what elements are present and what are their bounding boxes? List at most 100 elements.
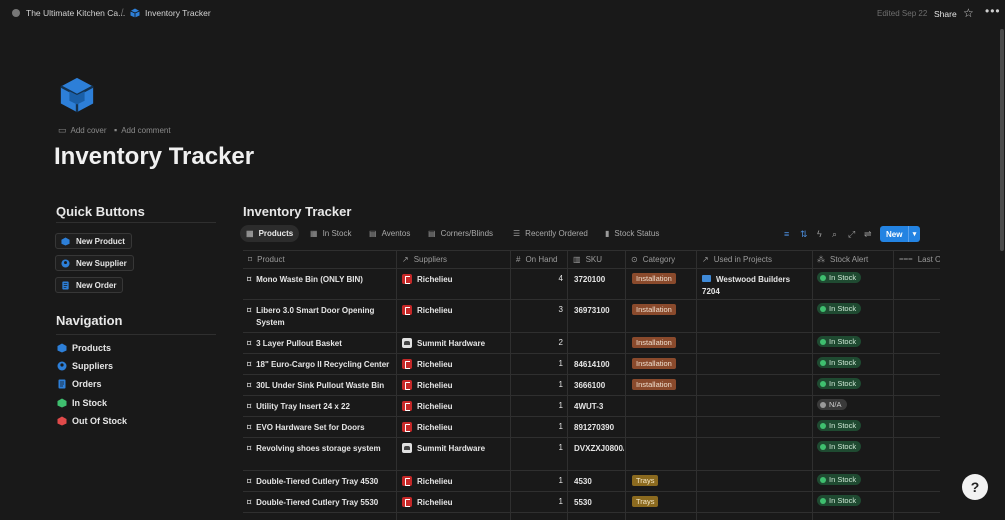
cell-product[interactable]: ⌑ Double-Tiered Cutlery Tray 5530: [247, 497, 392, 509]
cell-stock-alert[interactable]: In Stock: [817, 357, 893, 368]
cell-product[interactable]: ⌑ 18" Euro-Cargo II Recycling Center: [247, 359, 392, 371]
cell-stock-alert[interactable]: In Stock: [817, 441, 893, 452]
column-header-used-in-projects[interactable]: ↗ Used in Projects: [702, 250, 810, 268]
breadcrumb-page[interactable]: Inventory Tracker: [130, 8, 211, 18]
cell-product[interactable]: ⌑ Revolving shoes storage system: [247, 443, 392, 455]
cell-stock-alert[interactable]: In Stock: [817, 474, 893, 485]
more-options-icon[interactable]: •••: [985, 4, 1001, 18]
cell-supplier[interactable]: Richelieu: [402, 359, 508, 369]
column-header-product[interactable]: ⌑ Product: [248, 250, 396, 268]
nav-products[interactable]: Products: [57, 343, 111, 353]
automation-icon[interactable]: ϟ: [817, 229, 822, 239]
cell-category[interactable]: Installation: [632, 337, 694, 348]
cell-product[interactable]: ⌑ 30L Under Sink Pullout Waste Bin: [247, 380, 392, 392]
tab-aventos[interactable]: ▤ Aventos: [363, 225, 416, 242]
tab-corners-blinds[interactable]: ▤ Corners/Blinds: [422, 225, 499, 242]
column-header-sku[interactable]: ▥ SKU: [573, 250, 625, 268]
share-button[interactable]: Share: [934, 9, 957, 19]
column-header-last-order[interactable]: ⩶ Last Ord: [899, 250, 940, 268]
breadcrumb-root[interactable]: The Ultimate Kitchen Ca...: [12, 8, 125, 18]
column-header-category[interactable]: ⊙ Category: [631, 250, 695, 268]
cell-stock-alert[interactable]: In Stock: [817, 495, 893, 506]
cell-category[interactable]: Installation: [632, 304, 694, 315]
nav-suppliers[interactable]: Suppliers: [57, 361, 113, 371]
search-icon[interactable]: ⌕: [832, 229, 837, 240]
nav-orders[interactable]: Orders: [57, 379, 102, 389]
database-title[interactable]: Inventory Tracker: [243, 204, 351, 219]
new-order-button[interactable]: New Order: [55, 277, 124, 293]
cell-sku[interactable]: 3666100: [574, 380, 624, 392]
cell-supplier[interactable]: Richelieu: [402, 274, 508, 284]
cell-category[interactable]: Installation: [632, 273, 694, 284]
cell-category[interactable]: Trays: [632, 496, 694, 507]
cell-sku[interactable]: 36973100: [574, 305, 624, 317]
cell-sku[interactable]: 84614100: [574, 359, 624, 371]
chevron-down-icon[interactable]: ▾: [908, 226, 920, 242]
cell-on-hand[interactable]: 1: [513, 476, 563, 485]
cell-supplier[interactable]: Richelieu: [402, 422, 508, 432]
cell-sku[interactable]: 4530: [574, 476, 624, 488]
cell-supplier[interactable]: Richelieu: [402, 305, 508, 315]
cell-product[interactable]: ⌑ Utility Tray Insert 24 x 22: [247, 401, 392, 413]
cell-supplier[interactable]: Summit Hardware: [402, 338, 508, 348]
cell-stock-alert[interactable]: In Stock: [817, 272, 893, 283]
cell-stock-alert[interactable]: N/A: [817, 399, 893, 410]
cell-product[interactable]: ⌑ Double-Tiered Cutlery Tray 4530: [247, 476, 392, 488]
cell-sku[interactable]: 4WUT-3: [574, 401, 624, 413]
number-icon: #: [516, 254, 521, 264]
cell-supplier[interactable]: Richelieu: [402, 380, 508, 390]
cell-category[interactable]: Installation: [632, 379, 694, 390]
cell-supplier[interactable]: Richelieu: [402, 476, 508, 486]
scrollbar[interactable]: [1000, 29, 1004, 251]
cell-on-hand[interactable]: 1: [513, 443, 563, 452]
cell-project[interactable]: Westwood Builders 7204: [702, 274, 810, 298]
cell-sku[interactable]: 891270390: [574, 422, 624, 434]
cell-on-hand[interactable]: 2: [513, 338, 563, 347]
cell-product[interactable]: ⌑ EVO Hardware Set for Doors: [247, 422, 392, 434]
cell-on-hand[interactable]: 1: [513, 422, 563, 431]
tab-stock-status[interactable]: ▮ Stock Status: [599, 225, 665, 242]
tab-recently-ordered[interactable]: ☰ Recently Ordered: [507, 225, 594, 242]
help-button[interactable]: ?: [962, 474, 988, 500]
page-cube-icon[interactable]: [58, 76, 96, 114]
cell-sku[interactable]: DVXZXJ0800A: [574, 443, 624, 455]
cell-on-hand[interactable]: 3: [513, 305, 563, 314]
column-header-label: On Hand: [525, 254, 558, 264]
new-supplier-button[interactable]: New Supplier: [55, 255, 134, 271]
nav-out-of-stock[interactable]: Out Of Stock: [57, 416, 127, 426]
cell-sku[interactable]: 5530: [574, 497, 624, 509]
cell-supplier[interactable]: Summit Hardware: [402, 443, 508, 453]
filter-icon[interactable]: ≡: [784, 229, 789, 239]
cell-on-hand[interactable]: 1: [513, 401, 563, 410]
cell-product[interactable]: ⌑ 3 Layer Pullout Basket: [247, 338, 392, 350]
add-comment-button[interactable]: ▪ Add comment: [114, 125, 171, 135]
settings-icon[interactable]: ⇌: [864, 229, 872, 240]
cell-stock-alert[interactable]: In Stock: [817, 378, 893, 389]
sort-icon[interactable]: ⇅: [800, 229, 808, 240]
cell-on-hand[interactable]: 1: [513, 359, 563, 368]
column-header-suppliers[interactable]: ↗ Suppliers: [402, 250, 510, 268]
tab-products[interactable]: ▦ Products: [240, 225, 300, 242]
cell-sku[interactable]: 3720100: [574, 274, 624, 286]
cell-category[interactable]: Installation: [632, 358, 694, 369]
cell-on-hand[interactable]: 4: [513, 274, 563, 283]
cell-on-hand[interactable]: 1: [513, 380, 563, 389]
cell-product[interactable]: ⌑ Libero 3.0 Smart Door Opening System: [247, 305, 392, 329]
star-icon[interactable]: ☆: [963, 6, 974, 20]
cell-product[interactable]: ⌑ Mono Waste Bin (ONLY BIN): [247, 274, 392, 286]
add-cover-button[interactable]: ▭ Add cover: [58, 125, 107, 136]
cell-stock-alert[interactable]: In Stock: [817, 303, 893, 314]
column-header-stock-alert[interactable]: ⁂ Stock Alert: [817, 250, 893, 268]
cell-stock-alert[interactable]: In Stock: [817, 336, 893, 347]
new-product-button[interactable]: New Product: [55, 233, 132, 249]
nav-in-stock[interactable]: In Stock: [57, 398, 107, 408]
cell-supplier[interactable]: Richelieu: [402, 401, 508, 411]
tab-in-stock[interactable]: ▦ In Stock: [304, 225, 357, 242]
new-button[interactable]: New ▾: [880, 226, 920, 242]
cell-stock-alert[interactable]: In Stock: [817, 420, 893, 431]
cell-supplier[interactable]: Richelieu: [402, 497, 508, 507]
cell-category[interactable]: Trays: [632, 475, 694, 486]
cell-on-hand[interactable]: 1: [513, 497, 563, 506]
expand-icon[interactable]: ⤢: [848, 229, 855, 240]
column-header-on-hand[interactable]: # On Hand: [516, 250, 566, 268]
